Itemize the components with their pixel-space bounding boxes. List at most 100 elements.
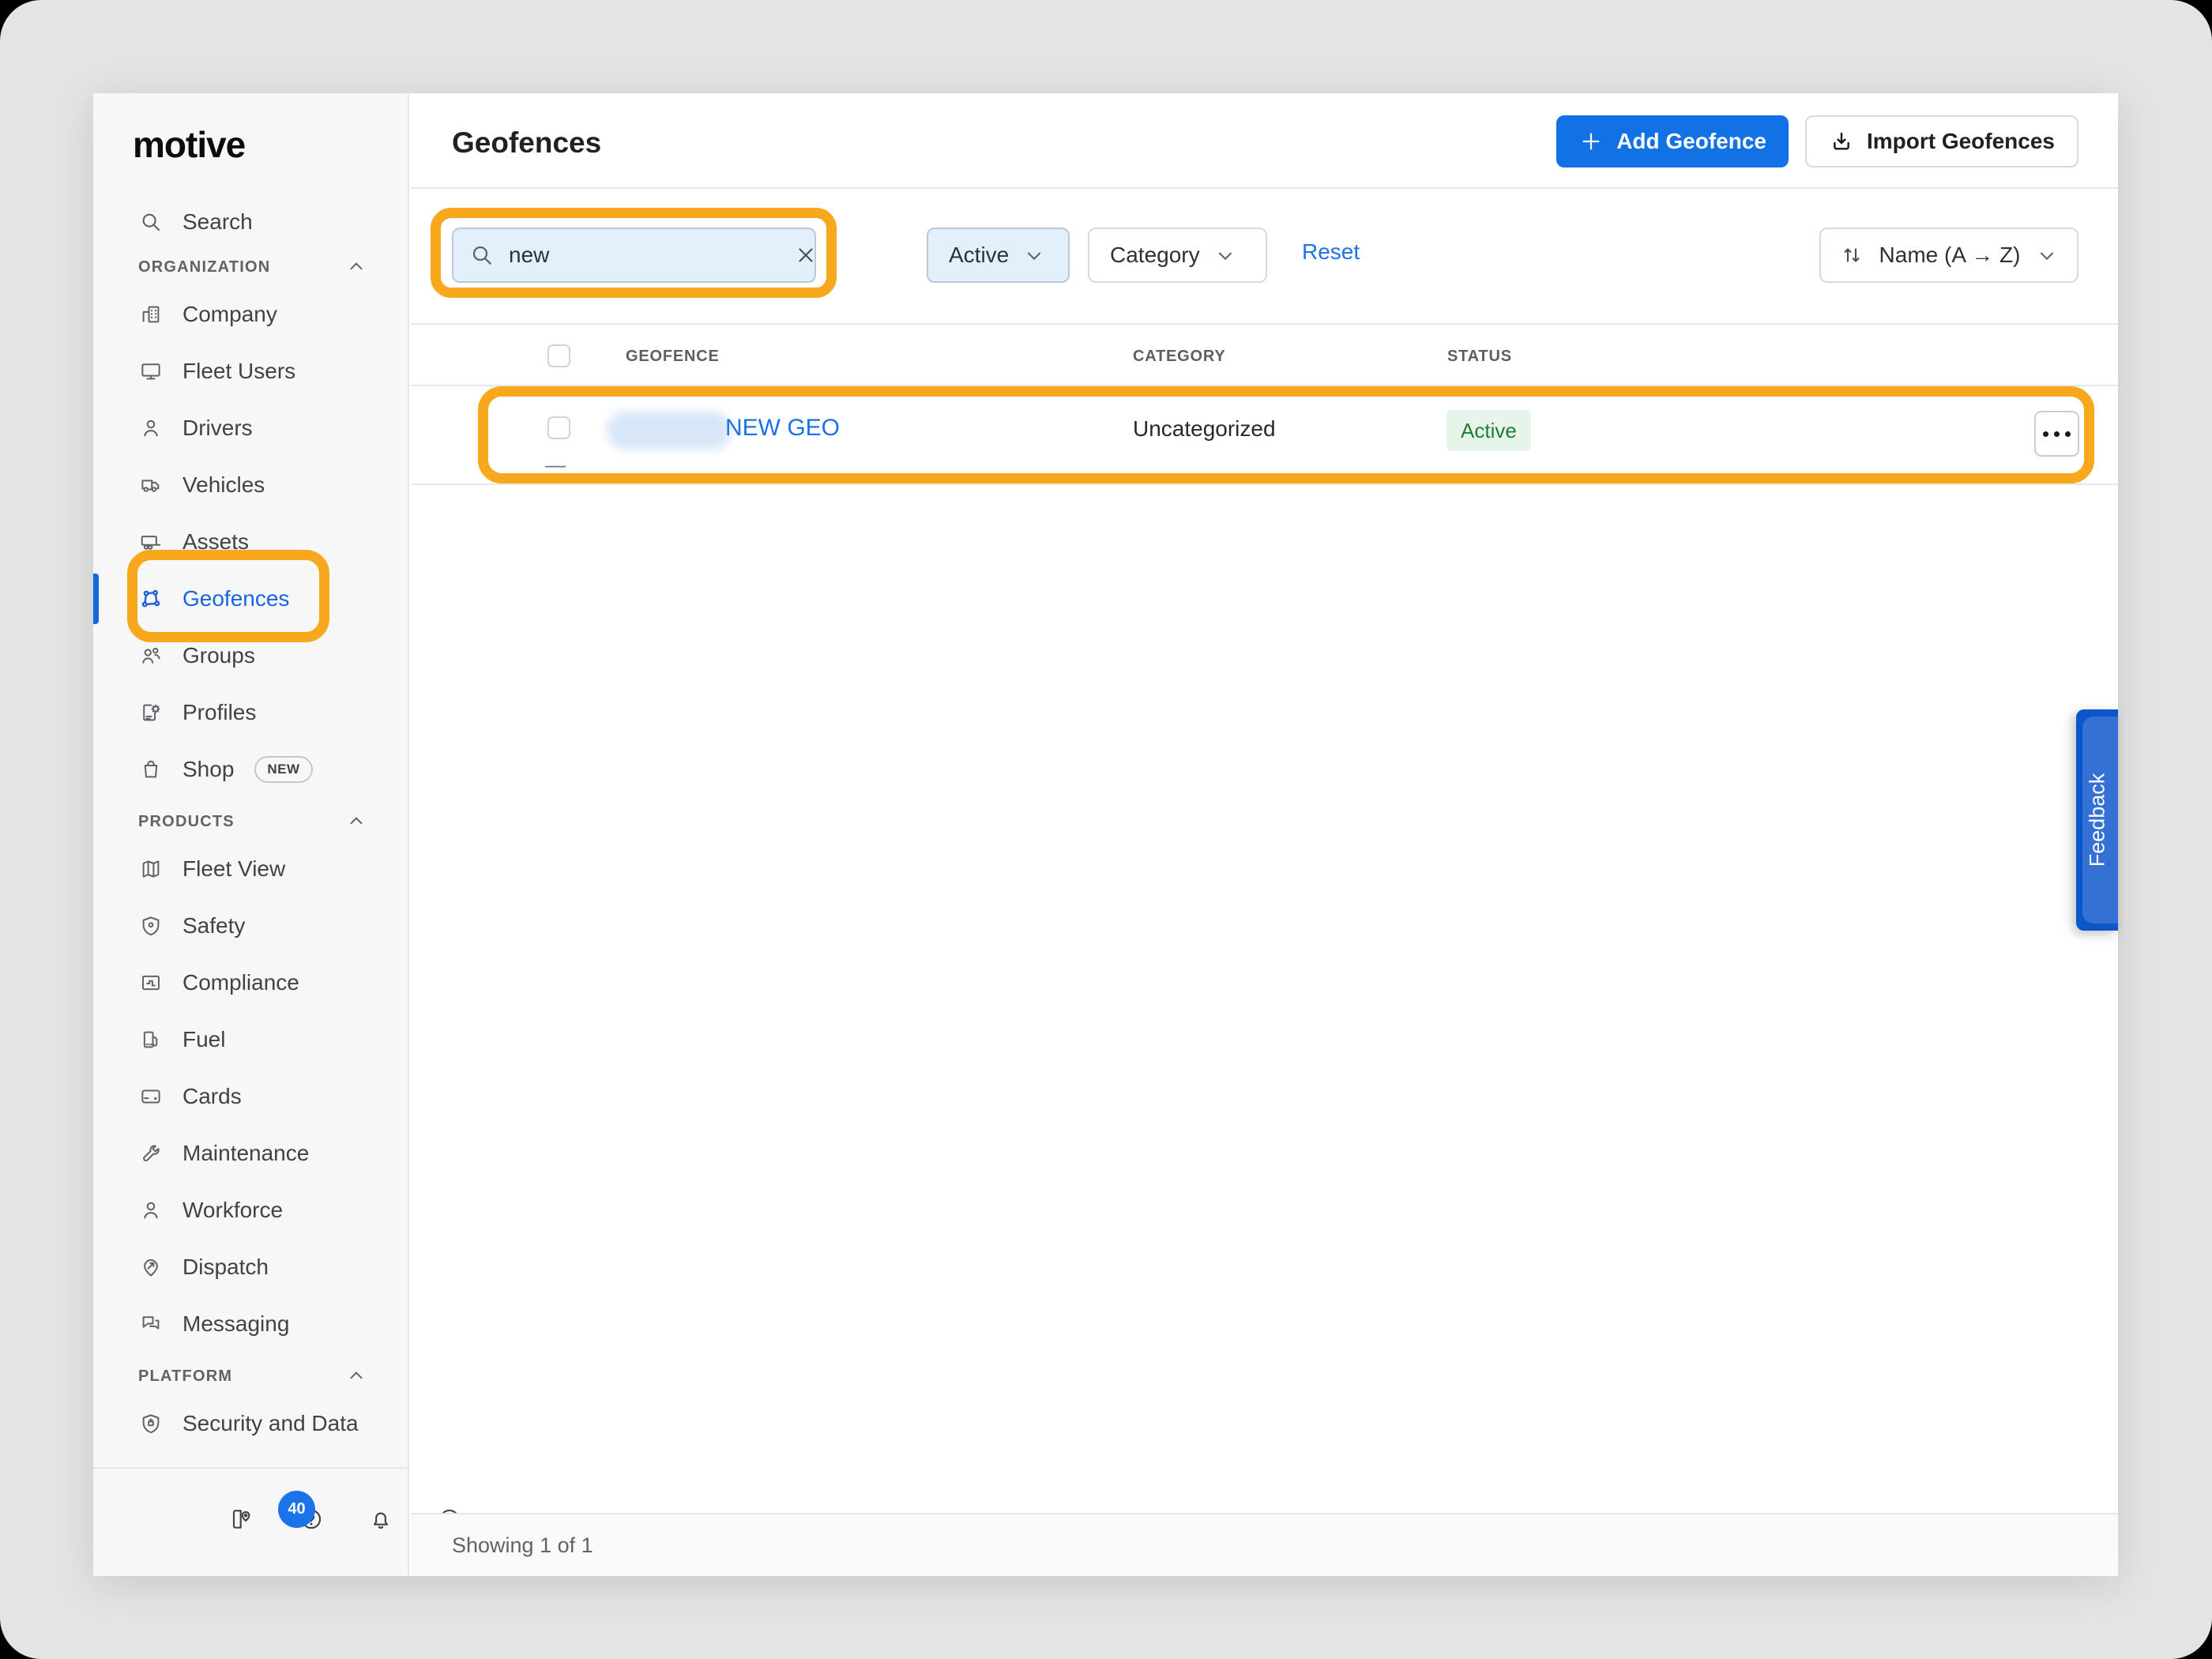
status-badge: Active — [1446, 410, 1531, 451]
shop-bag-icon — [138, 757, 164, 782]
sidebar-item-cards[interactable]: Cards — [93, 1068, 408, 1125]
sidebar-item-geofences[interactable]: Geofences — [93, 570, 408, 627]
compliance-icon — [138, 970, 164, 995]
main-content: Geofences Add Geofence Import Geofences — [411, 93, 2118, 1576]
geofence-search-box[interactable] — [452, 228, 816, 283]
sidebar-item-label: Vehicles — [182, 472, 265, 498]
monitor-icon — [138, 359, 164, 384]
chevron-up-icon — [346, 811, 367, 832]
trailer-icon — [138, 529, 164, 555]
profiles-icon — [138, 700, 164, 725]
card-icon — [138, 1084, 164, 1109]
sidebar-item-label: Company — [182, 302, 277, 327]
geofence-icon — [138, 586, 164, 611]
kebab-dot — [2065, 431, 2071, 437]
sidebar: motive Search ORGANIZATION Company — [93, 93, 409, 1576]
bell-icon[interactable] — [368, 1507, 393, 1532]
wrench-icon — [138, 1141, 164, 1166]
motive-logo: motive — [133, 123, 408, 166]
sidebar-item-label: Fleet View — [182, 856, 285, 882]
dispatch-pin-icon — [138, 1255, 164, 1280]
app-window: motive Search ORGANIZATION Company — [93, 93, 2118, 1576]
section-platform[interactable]: PLATFORM — [93, 1357, 408, 1395]
sidebar-footer: 40 — [93, 1467, 408, 1576]
import-icon — [1829, 129, 1854, 154]
truck-icon — [138, 472, 164, 498]
kebab-dot — [2043, 431, 2048, 437]
results-summary: Showing 1 of 1 — [452, 1533, 593, 1558]
fuel-pump-icon — [138, 1027, 164, 1052]
sidebar-item-groups[interactable]: Groups — [93, 627, 408, 684]
map-icon — [138, 856, 164, 882]
sidebar-item-dispatch[interactable]: Dispatch — [93, 1239, 408, 1296]
plus-icon — [1578, 129, 1604, 154]
sidebar-item-vehicles[interactable]: Vehicles — [93, 457, 408, 514]
shield-lock-icon — [138, 1411, 164, 1436]
column-header-geofence[interactable]: GEOFENCE — [626, 348, 720, 366]
redaction-fog — [1548, 647, 2038, 734]
sidebar-item-fleet-users[interactable]: Fleet Users — [93, 343, 408, 400]
new-badge: NEW — [254, 756, 312, 783]
sidebar-item-company[interactable]: Company — [93, 286, 408, 343]
geofence-name-link[interactable]: NEW GEO — [725, 415, 840, 442]
sidebar-item-label: Maintenance — [182, 1141, 309, 1166]
sort-arrows-icon — [1840, 243, 1864, 267]
sidebar-item-label: Workforce — [182, 1198, 283, 1223]
geofence-category: Uncategorized — [1133, 416, 1276, 442]
sidebar-item-label: Profiles — [182, 700, 256, 725]
page-header: Geofences Add Geofence Import Geofences — [411, 93, 2118, 189]
sidebar-item-security-and-data[interactable]: Security and Data — [93, 1395, 408, 1452]
sidebar-item-maintenance[interactable]: Maintenance — [93, 1125, 408, 1182]
redacted-name-blur — [607, 412, 732, 450]
sidebar-item-fuel[interactable]: Fuel — [93, 1011, 408, 1068]
geofence-subtext: — — [545, 453, 566, 477]
import-geofences-button[interactable]: Import Geofences — [1805, 115, 2078, 167]
sidebar-item-workforce[interactable]: Workforce — [93, 1182, 408, 1239]
row-menu-button[interactable] — [2034, 411, 2079, 457]
chevron-up-icon — [346, 1366, 367, 1386]
feedback-tab[interactable]: Feedback — [2076, 709, 2118, 931]
sidebar-item-compliance[interactable]: Compliance — [93, 954, 408, 1011]
add-geofence-button[interactable]: Add Geofence — [1556, 115, 1789, 167]
page-title: Geofences — [452, 126, 601, 160]
company-icon — [138, 302, 164, 327]
search-icon — [469, 243, 495, 268]
sidebar-item-fleet-view[interactable]: Fleet View — [93, 841, 408, 897]
column-header-category[interactable]: CATEGORY — [1133, 348, 1226, 366]
section-products[interactable]: PRODUCTS — [93, 803, 408, 841]
section-organization[interactable]: ORGANIZATION — [93, 248, 408, 286]
sidebar-item-label: Groups — [182, 643, 255, 668]
sidebar-item-shop[interactable]: Shop NEW — [93, 741, 408, 798]
search-input[interactable] — [509, 243, 794, 268]
results-footer: Showing 1 of 1 — [411, 1513, 2118, 1576]
sidebar-item-label: Dispatch — [182, 1255, 269, 1280]
sidebar-item-label: Security and Data — [182, 1411, 359, 1436]
sidebar-item-label: Fuel — [182, 1027, 225, 1052]
sidebar-item-profiles[interactable]: Profiles — [93, 684, 408, 741]
sort-dropdown[interactable]: Name (A → Z) — [1819, 228, 2078, 283]
notification-count-badge[interactable]: 40 — [278, 1491, 315, 1528]
reset-filters-link[interactable]: Reset — [1302, 239, 1360, 265]
desktop-background: motive Search ORGANIZATION Company — [0, 0, 2212, 1659]
status-filter-dropdown[interactable]: Active — [927, 228, 1070, 283]
sidebar-item-search[interactable]: Search — [93, 201, 408, 243]
row-checkbox[interactable] — [547, 416, 570, 439]
table-row[interactable]: NEW GEO — Uncategorized Active — [411, 386, 2118, 485]
map-location-icon[interactable] — [229, 1507, 254, 1532]
person-icon — [138, 416, 164, 441]
chevron-down-icon — [1214, 244, 1236, 266]
chevron-down-icon — [1023, 244, 1045, 266]
chat-bubbles-icon — [138, 1311, 164, 1337]
sidebar-item-label: Assets — [182, 529, 249, 555]
table-header: GEOFENCE CATEGORY STATUS — [411, 323, 2118, 386]
sidebar-item-drivers[interactable]: Drivers — [93, 400, 408, 457]
select-all-checkbox[interactable] — [547, 344, 570, 367]
sidebar-item-label: Drivers — [182, 416, 253, 441]
clear-search-icon[interactable] — [794, 243, 818, 267]
sidebar-item-messaging[interactable]: Messaging — [93, 1296, 408, 1352]
kebab-dot — [2054, 431, 2060, 437]
sidebar-item-assets[interactable]: Assets — [93, 514, 408, 570]
category-filter-dropdown[interactable]: Category — [1088, 228, 1267, 283]
sidebar-item-safety[interactable]: Safety — [93, 897, 408, 954]
column-header-status[interactable]: STATUS — [1447, 348, 1512, 366]
